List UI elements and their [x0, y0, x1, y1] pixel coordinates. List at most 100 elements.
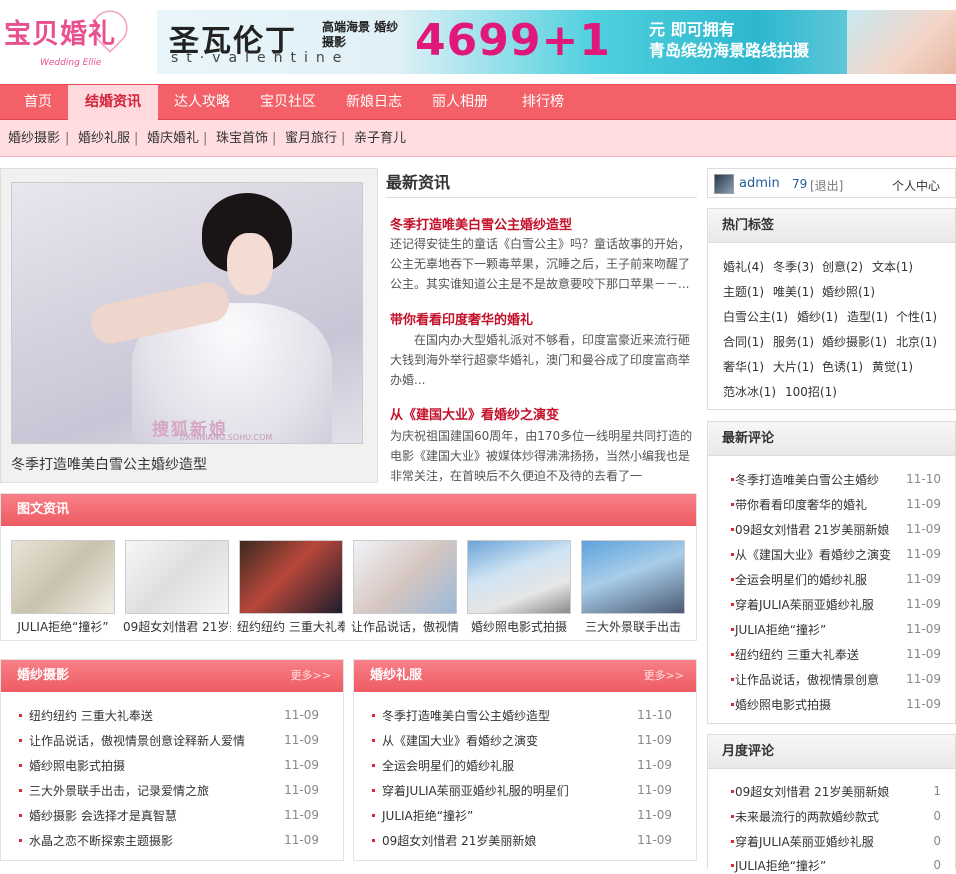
nav-bride-diary[interactable]: 新娘日志 — [332, 85, 416, 120]
list-item-date: 11-10 — [637, 708, 672, 722]
banner-couple-image — [847, 10, 956, 74]
thumbnail-image[interactable] — [467, 540, 571, 614]
monthly-comments-heading: 月度评论 — [708, 735, 955, 769]
comment-link[interactable]: 纽约纽约 三重大礼奉送 — [731, 646, 859, 663]
subnav-separator: | — [65, 131, 70, 146]
more-link[interactable]: 更多>> — [291, 660, 331, 692]
list-item[interactable]: 水晶之恋不断探索主题摄影 — [18, 832, 173, 849]
comment-link[interactable]: 冬季打造唯美白雪公主婚纱 — [730, 471, 879, 488]
list-item[interactable]: JULIA拒绝“撞衫” — [371, 807, 473, 824]
site-logo[interactable]: 宝贝婚礼 Wedding Ellie — [0, 3, 135, 76]
tag-link[interactable]: 100招(1) — [785, 383, 837, 400]
news-title[interactable]: 带你看看印度奢华的婚礼 — [390, 309, 533, 328]
comment-link[interactable]: 从《建国大业》看婚纱之演变 — [730, 546, 891, 563]
thumbnail-caption[interactable]: 三大外景联手出击 — [579, 618, 687, 635]
monthly-comment-link[interactable]: JULIA拒绝“撞衫” — [730, 857, 826, 874]
comment-link[interactable]: 让作品说话，傲视情景创意 — [730, 671, 879, 688]
subnav-honeymoon[interactable]: 蜜月旅行 — [285, 120, 337, 157]
latest-news: 最新资讯 冬季打造唯美白雪公主婚纱造型 还记得安徒生的童话《白雪公主》吗？童话故… — [386, 168, 697, 483]
tag-link[interactable]: 白雪公主(1) — [723, 308, 788, 325]
featured-caption[interactable]: 冬季打造唯美白雪公主婚纱造型 — [11, 454, 207, 474]
subnav-separator: | — [341, 131, 346, 146]
comment-link[interactable]: 带你看看印度奢华的婚礼 — [730, 496, 867, 513]
monthly-comment-link[interactable]: 穿着JULIA茱丽亚婚纱礼服 — [731, 833, 874, 850]
tag-link[interactable]: 造型(1) — [847, 308, 888, 325]
nav-guides[interactable]: 达人攻略 — [160, 85, 244, 120]
logout-link[interactable]: [退出] — [810, 177, 843, 194]
tag-link[interactable]: 文本(1) — [872, 258, 913, 275]
tag-link[interactable]: 个性(1) — [896, 308, 937, 325]
monthly-comment-link[interactable]: 未来最流行的两款婚纱款式 — [730, 808, 879, 825]
tag-link[interactable]: 婚纱摄影(1) — [822, 333, 887, 350]
tag-link[interactable]: 服务(1) — [773, 333, 814, 350]
nav-album[interactable]: 丽人相册 — [418, 85, 502, 120]
user-center-link[interactable]: 个人中心 — [892, 177, 940, 194]
tag-link[interactable]: 冬季(3) — [773, 258, 814, 275]
comment-link[interactable]: 09超女刘惜君 21岁美丽新娘 — [730, 521, 889, 538]
thumbnail-image[interactable] — [11, 540, 115, 614]
tag-link[interactable]: 范冰冰(1) — [723, 383, 776, 400]
avatar[interactable] — [714, 174, 734, 194]
tag-link[interactable]: 色诱(1) — [822, 358, 863, 375]
list-item-date: 11-09 — [637, 833, 672, 847]
tag-link[interactable]: 北京(1) — [896, 333, 937, 350]
banner-tagline: 高端海景 婚纱摄影 — [322, 20, 399, 49]
thumbnail-image[interactable] — [353, 540, 457, 614]
nav-community[interactable]: 宝贝社区 — [246, 85, 330, 120]
banner-price: 4699+1 — [415, 15, 611, 66]
thumbnail-caption[interactable]: 纽约纽约 三重大礼奉送 — [237, 618, 345, 635]
list-item[interactable]: 纽约纽约 三重大礼奉送 — [19, 707, 153, 724]
list-item[interactable]: 婚纱摄影 会选择才是真智慧 — [19, 807, 177, 824]
tag-link[interactable]: 婚纱照(1) — [822, 283, 875, 300]
comment-link[interactable]: JULIA拒绝“撞衫” — [730, 621, 826, 638]
thumbnail-caption[interactable]: 让作品说话，傲视情景创意 — [351, 618, 459, 635]
news-desc: 还记得安徒生的童话《白雪公主》吗？童话故事的开始，公主无辜地吞下一颗毒苹果，沉睡… — [390, 237, 691, 291]
more-link[interactable]: 更多>> — [644, 660, 684, 692]
thumbnail-caption[interactable]: 婚纱照电影式拍摄 — [465, 618, 573, 635]
monthly-comment-link[interactable]: 09超女刘惜君 21岁美丽新娘 — [730, 783, 889, 800]
list-item[interactable]: 婚纱照电影式拍摄 — [18, 757, 125, 774]
comment-link[interactable]: 全运会明星们的婚纱礼服 — [730, 571, 867, 588]
list-item[interactable]: 09超女刘惜君 21岁美丽新娘 — [371, 832, 536, 849]
comment-link[interactable]: 穿着JULIA茱丽亚婚纱礼服 — [731, 596, 874, 613]
news-title[interactable]: 冬季打造唯美白雪公主婚纱造型 — [390, 214, 572, 233]
tag-link[interactable]: 创意(2) — [822, 258, 863, 275]
list-item[interactable]: 冬季打造唯美白雪公主婚纱造型 — [371, 707, 550, 724]
tag-link[interactable]: 奢华(1) — [723, 358, 764, 375]
tag-link[interactable]: 唯美(1) — [773, 283, 814, 300]
username-link[interactable]: admin — [739, 176, 780, 191]
featured-photo[interactable]: 搜狐新娘 //XINNIANG.SOHU.COM — [11, 182, 363, 444]
tag-link[interactable]: 婚礼(4) — [723, 258, 764, 275]
thumbnail-image[interactable] — [239, 540, 343, 614]
tag-link[interactable]: 婚纱(1) — [797, 308, 838, 325]
thumbnail-caption[interactable]: JULIA拒绝“撞衫” — [9, 618, 117, 635]
nav-wedding-news[interactable]: 结婚资讯 — [68, 85, 158, 120]
subnav-wedding-ceremony[interactable]: 婚庆婚礼 — [147, 120, 199, 157]
thumbnail-caption[interactable]: 09超女刘惜君 21岁美丽新娘 — [123, 618, 231, 635]
nav-home[interactable]: 首页 — [10, 85, 66, 120]
photo-news-title: 图文资讯 — [17, 502, 70, 517]
thumbnail-image[interactable] — [125, 540, 229, 614]
tag-link[interactable]: 大片(1) — [773, 358, 814, 375]
tag-link[interactable]: 合同(1) — [723, 333, 764, 350]
monthly-comment-count: 1 — [933, 784, 941, 798]
tag-link[interactable]: 主题(1) — [723, 283, 764, 300]
wedding-dress-heading: 婚纱礼服 更多>> — [354, 660, 696, 692]
list-item[interactable]: 穿着JULIA茱丽亚婚纱礼服的明星们 — [372, 782, 569, 799]
message-count[interactable]: 79 — [792, 177, 807, 191]
list-item[interactable]: 从《建国大业》看婚纱之演变 — [371, 732, 538, 749]
list-item[interactable]: 三大外景联手出击，记录爱情之旅 — [18, 782, 209, 799]
subnav-parenting[interactable]: 亲子育儿 — [354, 120, 406, 157]
ad-banner[interactable]: 圣瓦伦丁 st·valentine 高端海景 婚纱摄影 4699+1 元 即可拥… — [157, 10, 956, 74]
news-title[interactable]: 从《建国大业》看婚纱之演变 — [390, 404, 559, 423]
subnav-wedding-photo[interactable]: 婚纱摄影 — [8, 120, 60, 157]
subnav-jewelry[interactable]: 珠宝首饰 — [216, 120, 268, 157]
list-item[interactable]: 让作品说话，傲视情景创意诠释新人爱情 — [18, 732, 245, 749]
thumbnail-image[interactable] — [581, 540, 685, 614]
list-item[interactable]: 全运会明星们的婚纱礼服 — [371, 757, 514, 774]
tag-link[interactable]: 黄觉(1) — [872, 358, 913, 375]
comment-link[interactable]: 婚纱照电影式拍摄 — [730, 696, 831, 713]
subnav-wedding-dress[interactable]: 婚纱礼服 — [78, 120, 130, 157]
nav-ranking[interactable]: 排行榜 — [504, 85, 582, 120]
list-item-date: 11-09 — [284, 708, 319, 722]
